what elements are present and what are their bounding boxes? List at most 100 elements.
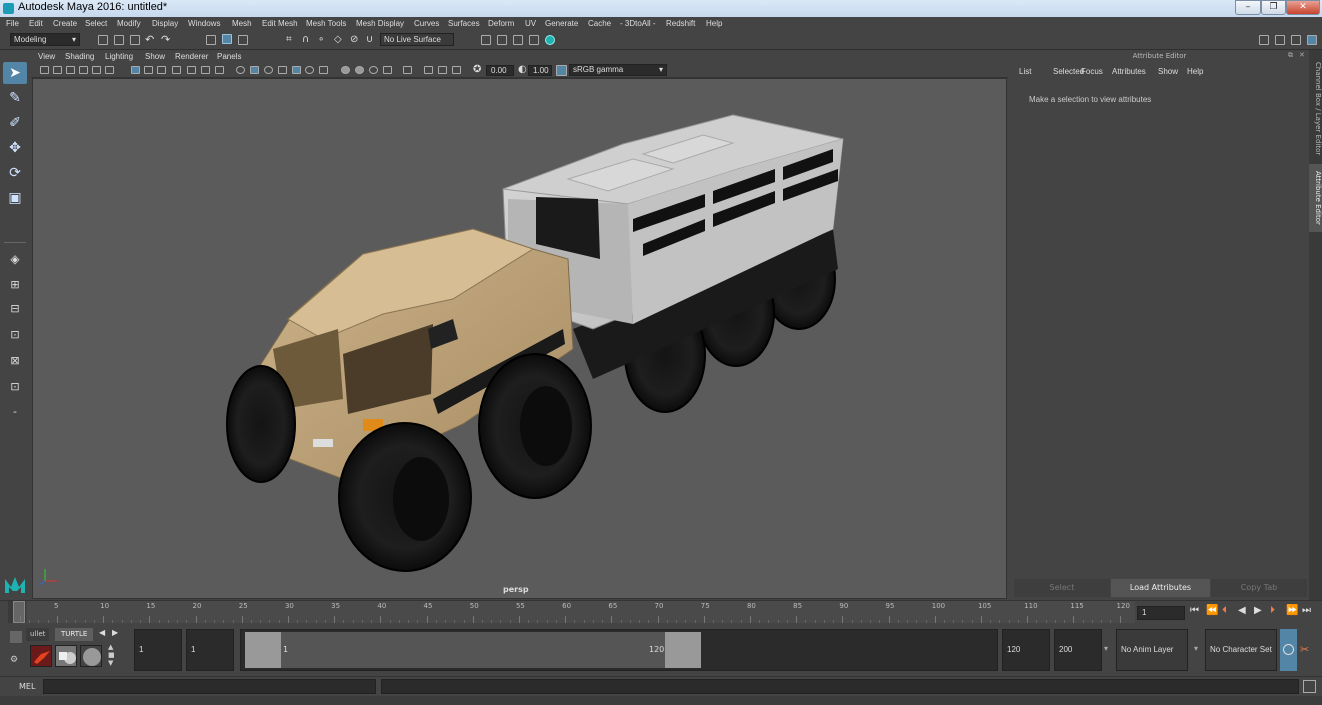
- select-button[interactable]: Select: [1014, 579, 1110, 597]
- gamma-field[interactable]: 1.00: [528, 65, 552, 76]
- animation-end-field[interactable]: 200: [1054, 629, 1102, 671]
- menu-3dtoall[interactable]: - 3DtoAll -: [620, 19, 656, 28]
- grease-pencil-icon[interactable]: [105, 66, 114, 74]
- menu-modify[interactable]: Modify: [117, 19, 141, 28]
- select-by-object-icon[interactable]: [222, 34, 232, 44]
- view-transform-dropdown[interactable]: sRGB gamma ▾: [569, 64, 667, 76]
- character-set-field[interactable]: No Character Set: [1205, 629, 1277, 671]
- animation-start-field[interactable]: 1: [134, 629, 182, 671]
- select-tool-icon[interactable]: ➤: [3, 62, 27, 84]
- xray-icon[interactable]: [424, 66, 433, 74]
- grid-toggle-icon[interactable]: [131, 66, 140, 74]
- wireframe-on-shaded-icon[interactable]: [278, 66, 287, 74]
- snap-view-plane-icon[interactable]: ◇: [334, 34, 342, 45]
- step-back-frame-button[interactable]: ⏴: [1222, 605, 1227, 616]
- render-current-frame-icon[interactable]: [481, 35, 491, 45]
- render-settings-icon[interactable]: [513, 35, 523, 45]
- playback-end-field[interactable]: 120: [1002, 629, 1050, 671]
- save-scene-icon[interactable]: [130, 35, 140, 45]
- step-forward-key-button[interactable]: ⏩: [1286, 605, 1298, 616]
- layout-options-icon[interactable]: ⊡: [3, 376, 27, 398]
- persp-graph-layout-icon[interactable]: ⊡: [3, 324, 27, 346]
- redo-icon[interactable]: ↷: [161, 33, 170, 46]
- menu-mesh-tools[interactable]: Mesh Tools: [306, 19, 346, 28]
- maximize-button[interactable]: ❐: [1261, 0, 1286, 15]
- snap-curve-icon[interactable]: ∩: [302, 34, 309, 45]
- play-forwards-button[interactable]: ▶: [1254, 605, 1262, 616]
- use-all-lights-icon[interactable]: [305, 66, 314, 74]
- close-button[interactable]: ✕: [1286, 0, 1320, 15]
- menu-deform[interactable]: Deform: [488, 19, 514, 28]
- channel-box-tab[interactable]: Channel Box / Layer Editor: [1309, 58, 1322, 160]
- multisample-aa-icon[interactable]: [369, 66, 378, 74]
- go-to-start-button[interactable]: ⏮: [1190, 605, 1199, 616]
- current-frame-field[interactable]: 1: [1137, 606, 1185, 620]
- render-view-icon[interactable]: [545, 35, 555, 45]
- play-backwards-button[interactable]: ◀: [1238, 605, 1246, 616]
- attribute-editor-toggle-icon[interactable]: [1291, 35, 1301, 45]
- attr-menu-help[interactable]: Help: [1187, 67, 1203, 76]
- panel-menu-panels[interactable]: Panels: [217, 52, 241, 61]
- ipr-render-icon[interactable]: [497, 35, 507, 45]
- animation-preferences-icon[interactable]: ✂: [1300, 643, 1309, 656]
- live-surface-field[interactable]: No Live Surface: [380, 33, 454, 46]
- shelf-settings-icon[interactable]: ⚙: [10, 655, 22, 667]
- playback-start-field[interactable]: 1: [186, 629, 234, 671]
- lasso-tool-icon[interactable]: ✎: [3, 87, 27, 109]
- depth-of-field-icon[interactable]: [383, 66, 392, 74]
- menu-create[interactable]: Create: [53, 19, 77, 28]
- wireframe-icon[interactable]: [236, 66, 245, 74]
- minimize-button[interactable]: –: [1235, 0, 1261, 15]
- magnet-icon[interactable]: ∪: [366, 34, 373, 45]
- shelf-tab-turtle[interactable]: TURTLE: [55, 628, 94, 641]
- menu-display[interactable]: Display: [152, 19, 178, 28]
- menu-edit[interactable]: Edit: [29, 19, 43, 28]
- scale-tool-icon[interactable]: ▣: [3, 187, 27, 209]
- current-time-marker[interactable]: [13, 601, 25, 623]
- smooth-shade-icon[interactable]: [250, 66, 259, 74]
- turtle-render-icon[interactable]: [30, 645, 52, 667]
- safe-action-icon[interactable]: [201, 66, 210, 74]
- select-by-hierarchy-icon[interactable]: [206, 35, 216, 45]
- step-forward-frame-button[interactable]: ⏵: [1270, 605, 1275, 616]
- shelf-next-icon[interactable]: ▶: [112, 628, 118, 637]
- menu-help[interactable]: Help: [706, 19, 722, 28]
- menu-edit-mesh[interactable]: Edit Mesh: [262, 19, 298, 28]
- turtle-bake-icon[interactable]: [55, 645, 77, 667]
- shadows-icon[interactable]: [319, 66, 328, 74]
- four-view-layout-icon[interactable]: ⊞: [3, 274, 27, 296]
- single-perspective-layout-icon[interactable]: ◈: [3, 248, 27, 270]
- attr-menu-focus[interactable]: Focus: [1081, 67, 1103, 76]
- menu-uv[interactable]: UV: [525, 19, 536, 28]
- screen-space-ao-icon[interactable]: [341, 66, 350, 74]
- paint-select-tool-icon[interactable]: ✐: [3, 112, 27, 134]
- range-slider-track[interactable]: 1 120: [240, 629, 998, 671]
- panel-menu-view[interactable]: View: [38, 52, 55, 61]
- command-language-label[interactable]: MEL: [19, 682, 35, 691]
- shelf-prev-icon[interactable]: ◀: [99, 628, 105, 637]
- default-material-icon[interactable]: [264, 66, 273, 74]
- menu-redshift[interactable]: Redshift: [666, 19, 695, 28]
- character-controls-icon[interactable]: [1275, 35, 1285, 45]
- attribute-editor-tab[interactable]: Attribute Editor: [1309, 164, 1322, 232]
- persp-outliner-layout-icon[interactable]: ⊟: [3, 298, 27, 320]
- turtle-shader-icon[interactable]: [80, 645, 102, 667]
- perspective-viewport[interactable]: persp: [32, 78, 1007, 599]
- shelf-scroll-icon[interactable]: ▲ ■ ▼: [108, 643, 115, 667]
- snap-live-icon[interactable]: ⊘: [350, 34, 358, 45]
- collapse-toolbox-icon[interactable]: -: [3, 401, 27, 423]
- menu-generate[interactable]: Generate: [545, 19, 578, 28]
- textured-icon[interactable]: [292, 66, 301, 74]
- shelf-tab-bullet[interactable]: ullet: [26, 628, 50, 641]
- rotate-tool-icon[interactable]: ⟳: [3, 162, 27, 184]
- menu-curves[interactable]: Curves: [414, 19, 439, 28]
- undo-icon[interactable]: ↶: [145, 33, 154, 46]
- range-slider-start-handle[interactable]: [245, 632, 281, 668]
- camera-attributes-icon[interactable]: [53, 66, 62, 74]
- field-chart-icon[interactable]: [187, 66, 196, 74]
- attr-menu-attributes[interactable]: Attributes: [1112, 67, 1146, 76]
- menu-file[interactable]: File: [6, 19, 19, 28]
- bookmark-icon[interactable]: [66, 66, 75, 74]
- gate-mask-icon[interactable]: [172, 66, 181, 74]
- image-plane-icon[interactable]: [79, 66, 88, 74]
